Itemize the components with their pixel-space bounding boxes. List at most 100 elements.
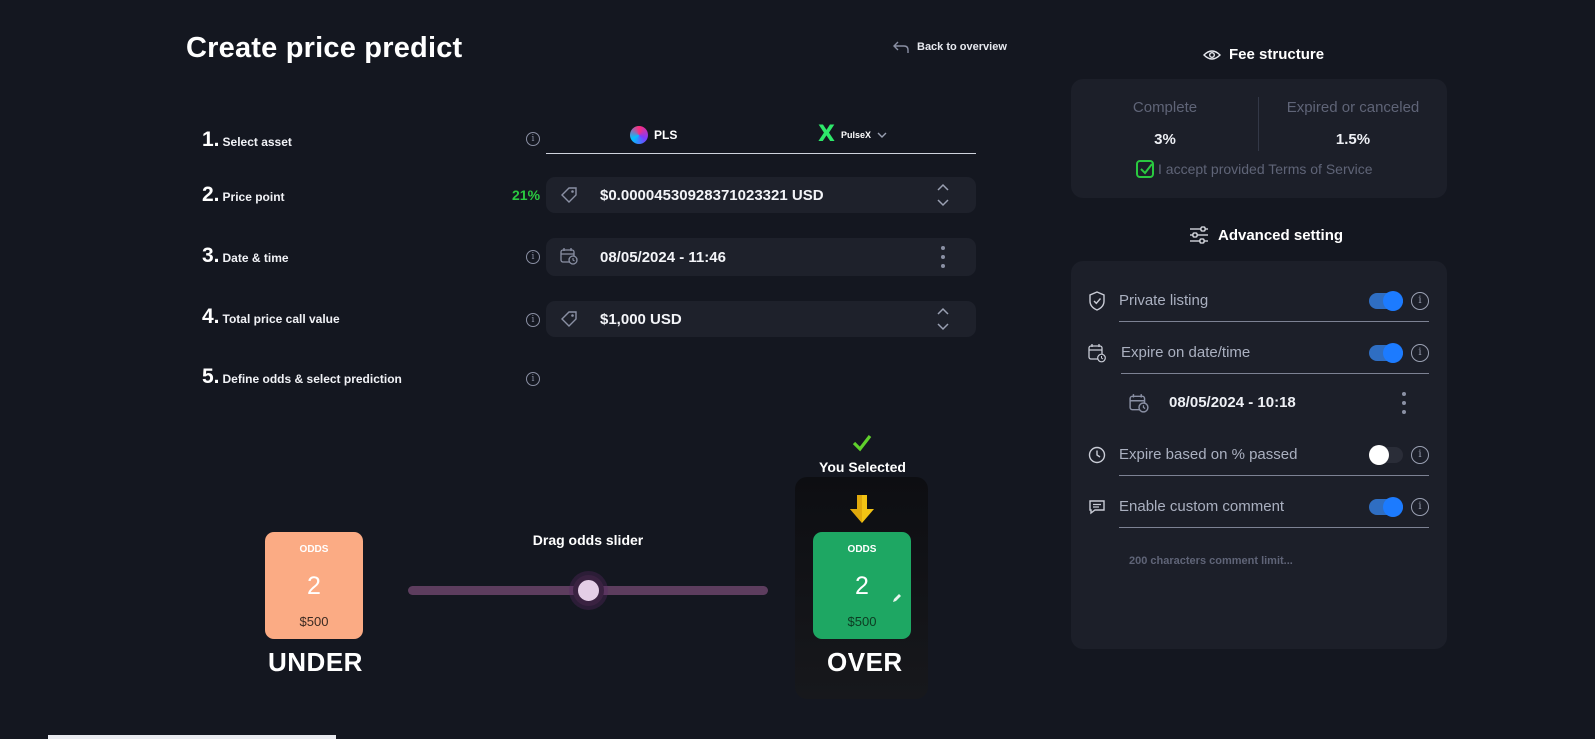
custom-comment-toggle[interactable] (1369, 497, 1403, 517)
step-number: 1. (202, 128, 220, 151)
page-title: Create price predict (186, 32, 463, 64)
terms-checkbox-row[interactable]: I accept provided Terms of Service (1136, 160, 1373, 178)
step-number: 4. (202, 305, 220, 328)
under-label[interactable]: UNDER (268, 647, 363, 678)
info-icon[interactable]: i (1411, 292, 1429, 310)
price-change-percent: 21% (512, 187, 541, 203)
eye-icon (1203, 49, 1221, 60)
bottom-scrollbar[interactable] (48, 735, 336, 739)
odds-label: ODDS (299, 544, 329, 555)
date-time-input[interactable]: 08/05/2024 - 11:46 (546, 238, 976, 276)
expire-date-row: Expire on date/time i (1071, 333, 1447, 374)
chevron-down-icon (877, 132, 887, 138)
advanced-setting-header[interactable]: Advanced setting (1189, 226, 1343, 244)
exchange-dropdown[interactable]: X PulseX (818, 122, 887, 147)
info-icon[interactable]: i (526, 250, 540, 264)
custom-comment-label: Enable custom comment (1119, 498, 1285, 515)
info-icon[interactable]: i (526, 372, 540, 386)
private-listing-label: Private listing (1119, 292, 1209, 309)
pulsex-logo-icon: X (818, 122, 835, 147)
checkmark-icon (852, 435, 872, 452)
odds-amount: $500 (847, 614, 877, 629)
token-option[interactable]: PLS (630, 126, 677, 144)
date-time-value: 08/05/2024 - 11:46 (600, 248, 726, 266)
step-label: Date & time (222, 251, 289, 265)
pls-logo-icon (630, 126, 648, 144)
expire-date-label: Expire on date/time (1121, 344, 1251, 361)
clock-icon (1088, 446, 1106, 464)
under-odds-card[interactable]: ODDS 2 $500 (265, 532, 363, 639)
private-listing-row: Private listing i (1071, 281, 1447, 322)
advanced-setting-panel: Private listing i Expire on date/time i … (1071, 261, 1447, 649)
odds-amount: $500 (299, 614, 329, 629)
comment-textarea[interactable]: 200 characters comment limit... (1129, 555, 1293, 567)
step-total-value: 4. Total price call value i $1,000 USD (202, 301, 976, 337)
fee-expired-label: Expired or canceled (1286, 99, 1420, 116)
comment-icon (1089, 500, 1105, 515)
info-icon[interactable]: i (1411, 344, 1429, 362)
stepper-icon[interactable] (936, 306, 950, 332)
step-label: Price point (222, 190, 285, 204)
expire-date-toggle[interactable] (1369, 343, 1403, 363)
fee-complete-label: Complete (1132, 99, 1198, 116)
odds-label: ODDS (847, 544, 877, 555)
divider (1121, 373, 1429, 374)
step-number: 2. (202, 183, 220, 206)
step-number: 5. (202, 365, 220, 388)
total-value-input[interactable]: $1,000 USD (546, 301, 976, 337)
step-label: Define odds & select prediction (222, 372, 402, 386)
info-icon[interactable]: i (1411, 446, 1429, 464)
back-to-overview-label: Back to overview (917, 41, 1007, 53)
fee-structure-title: Fee structure (1229, 46, 1325, 63)
odds-slider-thumb[interactable] (573, 575, 604, 606)
expire-date-input[interactable]: 08/05/2024 - 10:18 (1129, 386, 1429, 420)
price-tag-icon (561, 311, 577, 327)
shield-check-icon (1089, 291, 1105, 311)
price-point-value: $0.0000453092837102332​1 USD (600, 186, 824, 204)
fee-structure-panel: Complete 3% Expired or canceled 1.5% I a… (1071, 79, 1447, 198)
calendar-clock-icon (1088, 344, 1106, 363)
back-to-overview-link[interactable]: Back to overview (893, 40, 1007, 54)
terms-checkbox[interactable] (1136, 160, 1154, 178)
over-odds-card[interactable]: ODDS 2 $500 (813, 532, 911, 639)
expire-percent-toggle[interactable] (1369, 445, 1403, 465)
info-icon[interactable]: i (526, 313, 540, 327)
over-label[interactable]: OVER (827, 647, 903, 678)
step-label: Select asset (222, 135, 292, 149)
terms-label: I accept provided Terms of Service (1158, 161, 1373, 177)
more-options-icon[interactable] (1401, 392, 1407, 414)
divider (1119, 321, 1429, 322)
price-point-input[interactable]: $0.0000453092837102332​1 USD (546, 177, 976, 213)
info-icon[interactable]: i (1411, 498, 1429, 516)
private-listing-toggle[interactable] (1369, 291, 1403, 311)
step-price-point: 2. Price point 21% $0.0000453092837102332… (202, 177, 976, 213)
step-date-time: 3. Date & time i 08/05/2024 - 11:46 (202, 238, 976, 276)
total-value-value: $1,000 USD (600, 310, 682, 328)
token-label: PLS (654, 128, 678, 142)
slider-label: Drag odds slider (532, 532, 644, 548)
divider (1119, 527, 1429, 528)
expire-percent-row: Expire based on % passed i (1071, 435, 1447, 476)
asset-selector[interactable]: PLS X PulseX (546, 120, 976, 154)
stepper-icon[interactable] (936, 182, 950, 208)
fee-complete-value: 3% (1154, 131, 1176, 148)
calendar-clock-icon (1129, 394, 1149, 413)
divider (1119, 475, 1429, 476)
back-arrow-icon (893, 41, 909, 53)
advanced-setting-title: Advanced setting (1218, 226, 1344, 244)
exchange-label: PulseX (840, 130, 871, 140)
odds-value: 2 (307, 572, 321, 600)
fee-expired-value: 1.5% (1335, 131, 1371, 148)
step-label: Total price call value (222, 312, 340, 326)
calendar-clock-icon (560, 248, 578, 265)
info-icon[interactable]: i (526, 132, 540, 146)
price-tag-icon (561, 187, 577, 203)
expire-percent-label: Expire based on % passed (1119, 446, 1298, 463)
you-selected-label: You Selected (819, 459, 906, 475)
sliders-icon (1190, 226, 1208, 244)
more-options-icon[interactable] (940, 246, 946, 268)
edit-pencil-icon[interactable] (891, 592, 903, 604)
step-define-odds: 5. Define odds & select prediction i (202, 365, 974, 401)
fee-structure-header[interactable]: Fee structure (1203, 46, 1324, 63)
step-number: 3. (202, 244, 220, 267)
